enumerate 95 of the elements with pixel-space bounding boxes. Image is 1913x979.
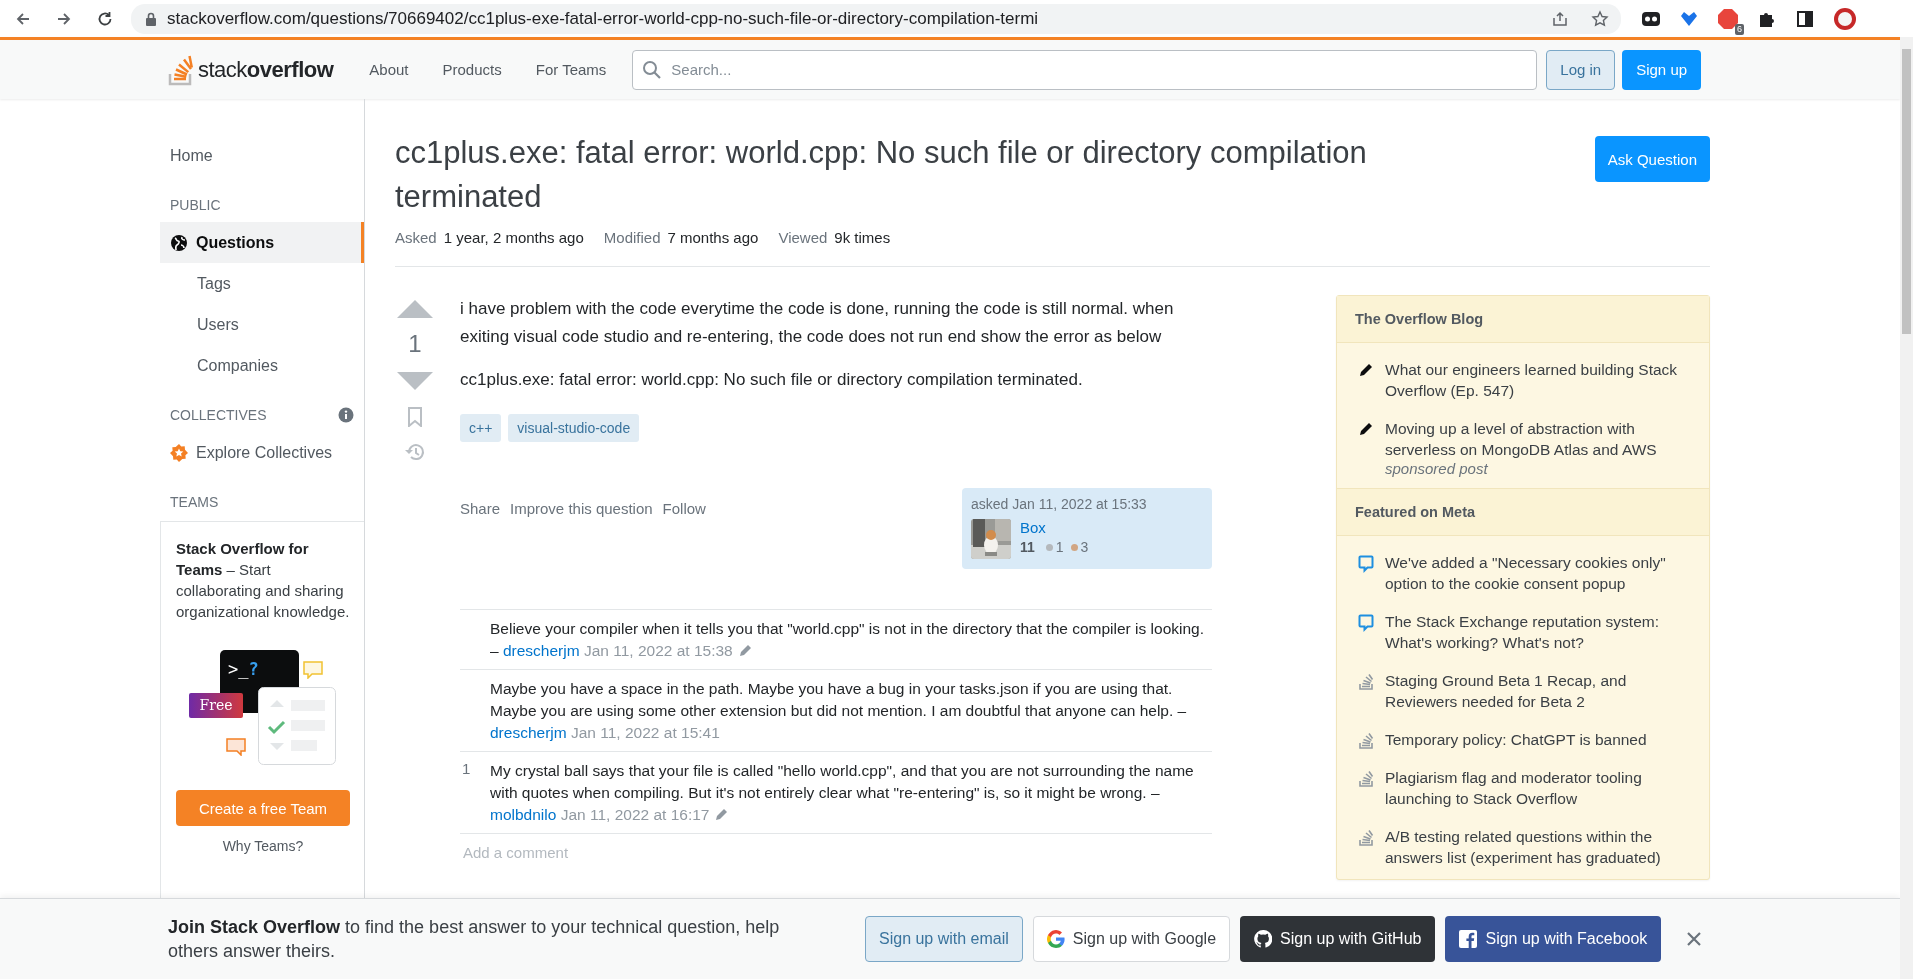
- badge-count: 3: [1080, 539, 1089, 555]
- info-icon[interactable]: [338, 407, 354, 423]
- side-panel-icon[interactable]: [1795, 8, 1815, 29]
- sponsored-note: sponsored post: [1385, 460, 1489, 477]
- meta-value: 9k times: [834, 229, 891, 246]
- widget-heading: Featured on Meta: [1337, 488, 1709, 536]
- comment-author-link[interactable]: drescherjm: [490, 724, 567, 741]
- tag-link[interactable]: c++: [460, 414, 502, 442]
- pencil-icon: [1358, 421, 1374, 437]
- close-icon[interactable]: [1686, 931, 1703, 947]
- meta-value: 1 year, 2 months ago: [443, 229, 584, 246]
- chat-bubble-icon: [1358, 555, 1374, 573]
- stack-exchange-icon: [1358, 673, 1374, 691]
- post-action-link[interactable]: Share: [460, 500, 501, 517]
- meta-value: 7 months ago: [667, 229, 759, 246]
- stop-sign-icon[interactable]: [1717, 7, 1739, 30]
- sidebar-item[interactable]: Users: [160, 304, 364, 345]
- comment-score: 1: [462, 760, 471, 777]
- nav-link[interactable]: For Teams: [523, 53, 619, 86]
- google-icon: [1046, 930, 1065, 948]
- signup-email-button[interactable]: Sign up with email: [865, 916, 1023, 962]
- question-title: cc1plus.exe: fatal error: world.cpp: No such file or directory compilation terminated: [395, 134, 1368, 216]
- sidebar-item[interactable]: Explore Collectives: [160, 432, 364, 473]
- sidebar-item[interactable]: Home: [160, 135, 364, 176]
- reputation-score: 11: [1020, 539, 1035, 555]
- user-name-link[interactable]: Box: [1020, 519, 1089, 536]
- tag-link[interactable]: visual-studio-code: [508, 414, 640, 442]
- blog-post-link[interactable]: Staging Ground Beta 1 Recap, and Reviewers needed for Beta 2: [1385, 670, 1691, 712]
- lock-icon: [145, 11, 157, 26]
- scrollbar-thumb[interactable]: [1902, 49, 1911, 334]
- facebook-icon: [1459, 930, 1478, 948]
- sidebar-item[interactable]: Companies: [160, 345, 364, 386]
- post-action-link[interactable]: Improve this question: [510, 500, 653, 517]
- blog-post-link[interactable]: Moving up a level of abstraction with serverless on MongoDB Atlas and AWS: [1385, 418, 1691, 460]
- reload-icon[interactable]: [96, 9, 114, 28]
- blog-post-link[interactable]: The Stack Exchange reputation system: What's working? What's not?: [1385, 611, 1691, 653]
- comment-date: Jan 11, 2022 at 15:38: [583, 642, 733, 659]
- search-icon: [642, 59, 663, 80]
- why-teams-link[interactable]: Why Teams?: [176, 838, 350, 854]
- chat-bubble-icon: [303, 661, 323, 679]
- comment-author-link[interactable]: drescherjm: [502, 642, 580, 659]
- share-icon[interactable]: [1551, 9, 1569, 28]
- pencil-icon: [1358, 362, 1374, 378]
- post-action-link[interactable]: Follow: [662, 500, 706, 517]
- scrollbar[interactable]: [1900, 37, 1913, 979]
- github-icon: [1254, 930, 1273, 948]
- free-badge: Free: [189, 693, 243, 718]
- blog-post-link[interactable]: Plagiarism flag and moderator tooling launching to Stack Overflow: [1385, 767, 1691, 809]
- meta-label: Viewed: [778, 229, 828, 246]
- vote-count: 1: [408, 330, 422, 358]
- mask-icon[interactable]: [1641, 9, 1661, 28]
- badge-count: 1: [1055, 539, 1064, 555]
- comment-author-link[interactable]: molbdnilo: [490, 806, 557, 823]
- signup-social-button[interactable]: Sign up with GitHub: [1240, 916, 1436, 962]
- question-text: i have problem with the code everytime the code is done, running the code is still normal. when exiting visual code studio and re-entering, the code does not run end show the error as below: [460, 298, 1175, 348]
- extension-badge: 6: [1735, 23, 1744, 35]
- section-heading: COLLECTIVES: [170, 407, 267, 423]
- comment-text: Maybe you have a space in the path. Maybe you have a bug in your tasks.json if you are using that. Maybe you are using some other extension but did not mention. I am doubtful that anyone can help. – drescherjm Jan 11, 2022 at 15:41: [490, 679, 1188, 743]
- meta-label: Asked: [395, 229, 437, 246]
- blog-post-link[interactable]: We've added a "Necessary cookies only" option to the cookie consent popup: [1385, 552, 1691, 594]
- comment-date: Jan 11, 2022 at 15:41: [571, 724, 720, 741]
- address-bar[interactable]: stackoverflow.com/questions/70669402/cc1plus-exe-fatal-error-world-cpp-no-such-file-or-directory-compilation-termi: [131, 3, 1621, 34]
- nav-link[interactable]: Products: [430, 53, 514, 86]
- search-field[interactable]: Search...: [632, 49, 1538, 90]
- chat-bubble-icon: [1358, 614, 1374, 632]
- badge-star-icon: [170, 443, 188, 462]
- meta-label: Modified: [603, 229, 661, 246]
- signup-social-button[interactable]: Sign up with Google: [1032, 916, 1231, 962]
- question-text: cc1plus.exe: fatal error: world.cpp: No such file or directory compilation terminated.: [460, 369, 1084, 391]
- teams-description: Stack Overflow for Teams – Start collaborating and sharing organizational knowledge.: [176, 539, 350, 622]
- sidebar-item[interactable]: Questions: [160, 222, 364, 263]
- signup-social-button[interactable]: Sign up with Facebook: [1445, 916, 1662, 962]
- sidebar-item[interactable]: Tags: [160, 263, 364, 304]
- stack-exchange-icon: [1358, 829, 1374, 847]
- nav-link[interactable]: About: [357, 53, 421, 86]
- section-heading: TEAMS: [170, 494, 219, 510]
- login-button[interactable]: Log in: [1546, 49, 1616, 90]
- comment-text: Believe your compiler when it tells you that "world.cpp" is not in the directory that the compiler is looking. – drescherjm Jan 11, 2022 at 15:38: [490, 619, 1205, 661]
- asked-date: asked Jan 11, 2022 at 15:33: [971, 496, 1148, 512]
- comment-text: My crystal ball says that your file is called "hello world.cpp", and that you are not surrounding the name with quotes when compiling. But it's not entirely clear what "re-entering" is, so it might be wrong. – molbdnilo Jan 11, 2022 at 16:17: [490, 761, 1195, 825]
- profile-avatar[interactable]: [1833, 6, 1857, 31]
- chat-bubble-icon: [226, 738, 246, 756]
- stack-exchange-icon: [1358, 770, 1374, 788]
- blog-post-link[interactable]: What our engineers learned building Stack Overflow (Ep. 547): [1385, 359, 1691, 401]
- stack-exchange-icon: [1358, 732, 1374, 750]
- stacks-logo-icon: [168, 53, 196, 86]
- section-heading: PUBLIC: [170, 197, 221, 213]
- blog-post-link[interactable]: Temporary policy: ChatGPT is banned: [1385, 729, 1647, 750]
- blog-post-link[interactable]: A/B testing related questions within the answers list (experiment has graduated): [1385, 826, 1691, 868]
- globe-icon: [170, 233, 188, 252]
- comment-date: Jan 11, 2022 at 16:17: [560, 806, 710, 823]
- star-icon[interactable]: [1591, 9, 1609, 28]
- widget-heading: The Overflow Blog: [1337, 296, 1709, 343]
- banner-text: Join Stack Overflow to find the best answer to your technical question, help others answer theirs.: [168, 916, 781, 963]
- site-logo[interactable]: stackoverflow: [168, 53, 334, 86]
